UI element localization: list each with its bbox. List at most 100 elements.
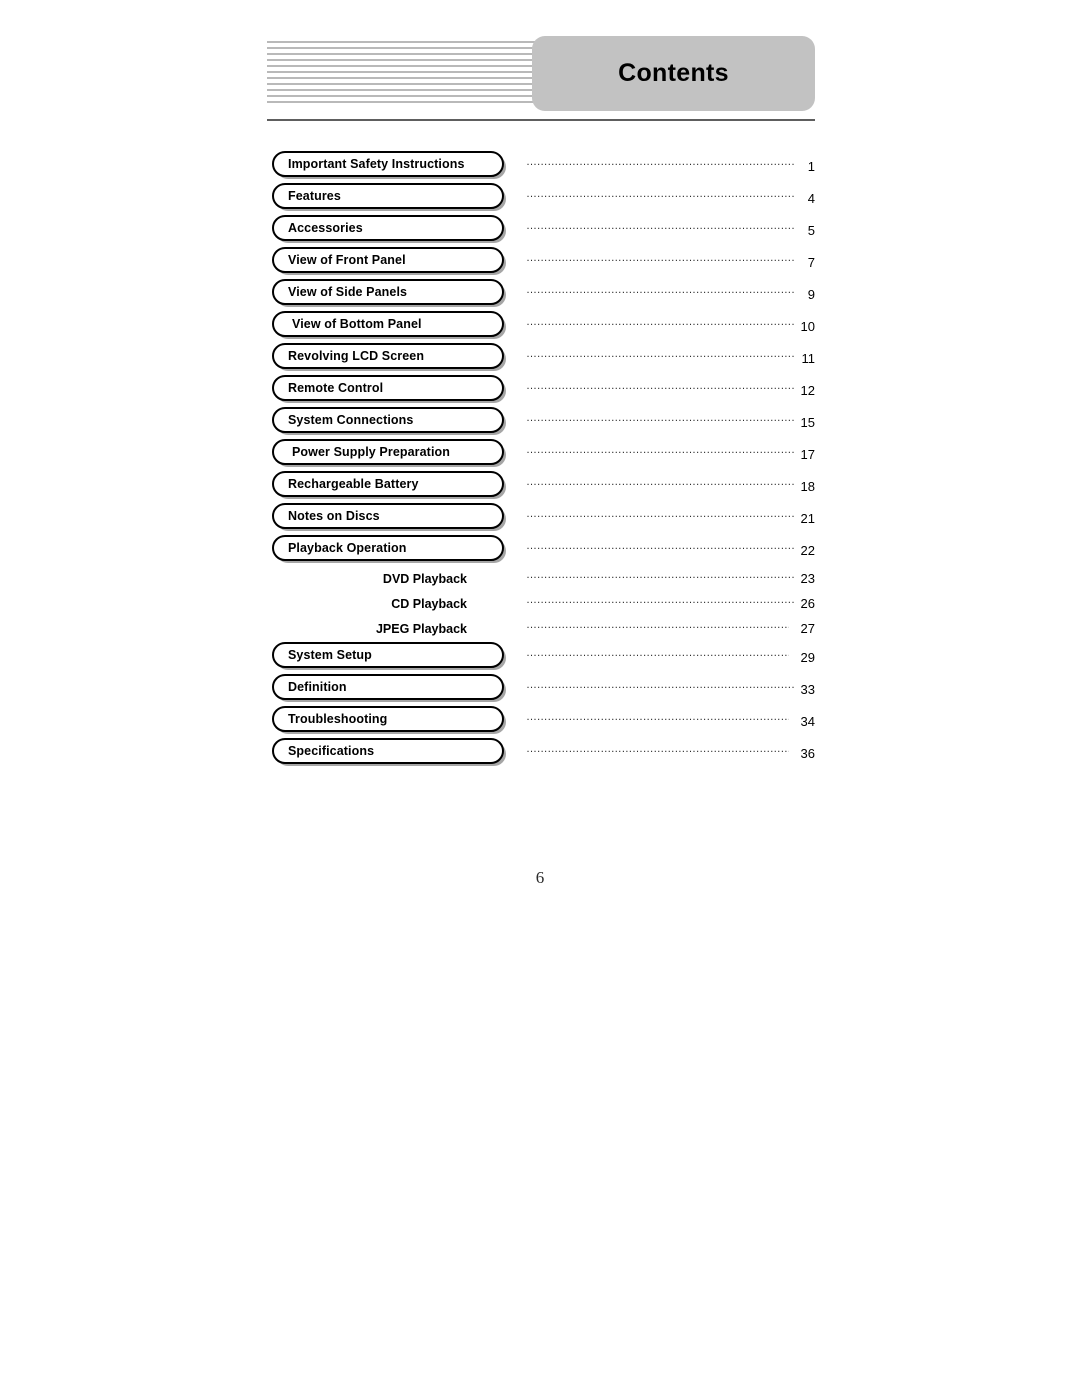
toc-section-box[interactable]: Definition bbox=[272, 674, 504, 700]
toc-entry-leader-cell: 21 bbox=[510, 502, 815, 534]
toc-entry-page-number: 23 bbox=[800, 571, 815, 586]
toc-section-box[interactable]: System Setup bbox=[272, 642, 504, 668]
toc-entry-label-cell: System Connections bbox=[267, 406, 510, 438]
toc-entry[interactable]: View of Front Panel 7 bbox=[267, 246, 815, 278]
toc-entry-label-cell: Remote Control bbox=[267, 374, 510, 406]
toc-section-box[interactable]: Revolving LCD Screen bbox=[272, 343, 504, 369]
toc-section-box[interactable]: Remote Control bbox=[272, 375, 504, 401]
toc-entry[interactable]: CD Playback 26 bbox=[267, 591, 815, 616]
toc-entry-label: Notes on Discs bbox=[288, 509, 380, 523]
toc-entry-page-number: 18 bbox=[800, 478, 815, 494]
contents-title-badge: Contents bbox=[532, 36, 815, 111]
toc-entry-label-cell: CD Playback bbox=[267, 591, 510, 616]
toc-entry-leader-cell: 29 bbox=[510, 641, 815, 673]
toc-section-box[interactable]: Features bbox=[272, 183, 504, 209]
toc-subentry-label: CD Playback bbox=[391, 596, 467, 611]
dot-leader bbox=[526, 448, 794, 460]
toc-entry-leader-cell: 9 bbox=[510, 278, 815, 310]
toc-entry-label-cell: System Setup bbox=[267, 641, 510, 673]
toc-entry-page-number: 12 bbox=[800, 382, 815, 398]
toc-section-box[interactable]: Notes on Discs bbox=[272, 503, 504, 529]
toc-entry-label: Remote Control bbox=[288, 381, 384, 395]
toc-entry-label-cell: View of Side Panels bbox=[267, 278, 510, 310]
toc-entry-leader-cell: 10 bbox=[510, 310, 815, 342]
toc-entry-label-cell: Specifications bbox=[267, 737, 510, 769]
dot-leader bbox=[526, 384, 794, 396]
toc-entry-label: Troubleshooting bbox=[288, 712, 388, 726]
dot-leader bbox=[526, 160, 794, 172]
toc-entry[interactable]: DVD Playback 23 bbox=[267, 566, 815, 591]
toc-entry-leader-cell: 26 bbox=[510, 591, 815, 616]
toc-entry-label-cell: View of Front Panel bbox=[267, 246, 510, 278]
dot-leader bbox=[526, 352, 794, 364]
toc-entry[interactable]: Definition 33 bbox=[267, 673, 815, 705]
toc-section-box[interactable]: View of Front Panel bbox=[272, 247, 504, 273]
toc-entry-leader-cell: 4 bbox=[510, 182, 815, 214]
toc-entry[interactable]: Remote Control 12 bbox=[267, 374, 815, 406]
toc-entry-page-number: 21 bbox=[800, 510, 815, 526]
page-title: Contents bbox=[618, 59, 729, 87]
toc-entry-label-cell: Power Supply Preparation bbox=[267, 438, 510, 470]
toc-entry-label-cell: Notes on Discs bbox=[267, 502, 510, 534]
toc-subentry-label: JPEG Playback bbox=[375, 621, 467, 636]
dot-leader bbox=[526, 256, 794, 268]
toc-entry[interactable]: JPEG Playback 27 bbox=[267, 616, 815, 641]
toc-entry-label-cell: Revolving LCD Screen bbox=[267, 342, 510, 374]
toc-entry-page-number: 7 bbox=[807, 254, 815, 270]
toc-entry[interactable]: Accessories 5 bbox=[267, 214, 815, 246]
toc-section-box[interactable]: Specifications bbox=[272, 738, 504, 764]
toc-entry-label: View of Bottom Panel bbox=[292, 317, 422, 331]
toc-entry-page-number: 34 bbox=[800, 713, 815, 729]
dot-leader bbox=[526, 192, 794, 204]
toc-entry-page-number: 1 bbox=[807, 158, 815, 174]
page-header: Contents bbox=[267, 36, 815, 112]
toc-entry-label: View of Side Panels bbox=[288, 285, 408, 299]
dot-leader bbox=[526, 715, 789, 727]
toc-entry[interactable]: Features 4 bbox=[267, 182, 815, 214]
dot-leader bbox=[526, 416, 794, 428]
toc-section-box[interactable]: View of Bottom Panel bbox=[272, 311, 504, 337]
dot-leader bbox=[526, 747, 789, 759]
toc-entry-page-number: 36 bbox=[800, 745, 815, 761]
horizontal-stripes-decoration-icon bbox=[267, 41, 557, 107]
toc-entry[interactable]: Revolving LCD Screen 11 bbox=[267, 342, 815, 374]
toc-entry-label: Important Safety Instructions bbox=[288, 157, 465, 171]
dot-leader bbox=[526, 544, 794, 556]
toc-entry-label: System Setup bbox=[288, 648, 372, 662]
toc-entry-label: Rechargeable Battery bbox=[288, 477, 419, 491]
toc-entry[interactable]: Notes on Discs 21 bbox=[267, 502, 815, 534]
toc-entry-leader-cell: 5 bbox=[510, 214, 815, 246]
toc-entry-leader-cell: 7 bbox=[510, 246, 815, 278]
toc-entry-label: Playback Operation bbox=[288, 541, 407, 555]
page-folio-number: 6 bbox=[535, 868, 545, 887]
dot-leader bbox=[526, 320, 794, 332]
toc-entry[interactable]: Important Safety Instructions 1 bbox=[267, 150, 815, 182]
toc-entry[interactable]: Rechargeable Battery 18 bbox=[267, 470, 815, 502]
toc-section-box[interactable]: Important Safety Instructions bbox=[272, 151, 504, 177]
toc-entry-label-cell: Accessories bbox=[267, 214, 510, 246]
toc-entry-label-cell: Features bbox=[267, 182, 510, 214]
toc-entry-leader-cell: 34 bbox=[510, 705, 815, 737]
toc-entry[interactable]: System Connections 15 bbox=[267, 406, 815, 438]
toc-section-box[interactable]: Troubleshooting bbox=[272, 706, 504, 732]
toc-entry-leader-cell: 12 bbox=[510, 374, 815, 406]
toc-section-box[interactable]: Accessories bbox=[272, 215, 504, 241]
header-divider bbox=[267, 119, 815, 121]
toc-entry[interactable]: View of Side Panels 9 bbox=[267, 278, 815, 310]
toc-entry[interactable]: Power Supply Preparation 17 bbox=[267, 438, 815, 470]
table-of-contents: Important Safety Instructions 1 Features 4 A… bbox=[267, 150, 815, 769]
toc-entry[interactable]: Specifications 36 bbox=[267, 737, 815, 769]
toc-section-box[interactable]: View of Side Panels bbox=[272, 279, 504, 305]
toc-entry[interactable]: System Setup 29 bbox=[267, 641, 815, 673]
toc-entry-leader-cell: 33 bbox=[510, 673, 815, 705]
dot-leader bbox=[526, 512, 794, 524]
toc-entry[interactable]: Troubleshooting 34 bbox=[267, 705, 815, 737]
toc-section-box[interactable]: Rechargeable Battery bbox=[272, 471, 504, 497]
toc-section-box[interactable]: System Connections bbox=[272, 407, 504, 433]
toc-entry[interactable]: View of Bottom Panel 10 bbox=[267, 310, 815, 342]
toc-entry[interactable]: Playback Operation 22 bbox=[267, 534, 815, 566]
toc-section-box[interactable]: Power Supply Preparation bbox=[272, 439, 504, 465]
toc-entry-label: Revolving LCD Screen bbox=[288, 349, 425, 363]
toc-section-box[interactable]: Playback Operation bbox=[272, 535, 504, 561]
toc-entry-leader-cell: 17 bbox=[510, 438, 815, 470]
